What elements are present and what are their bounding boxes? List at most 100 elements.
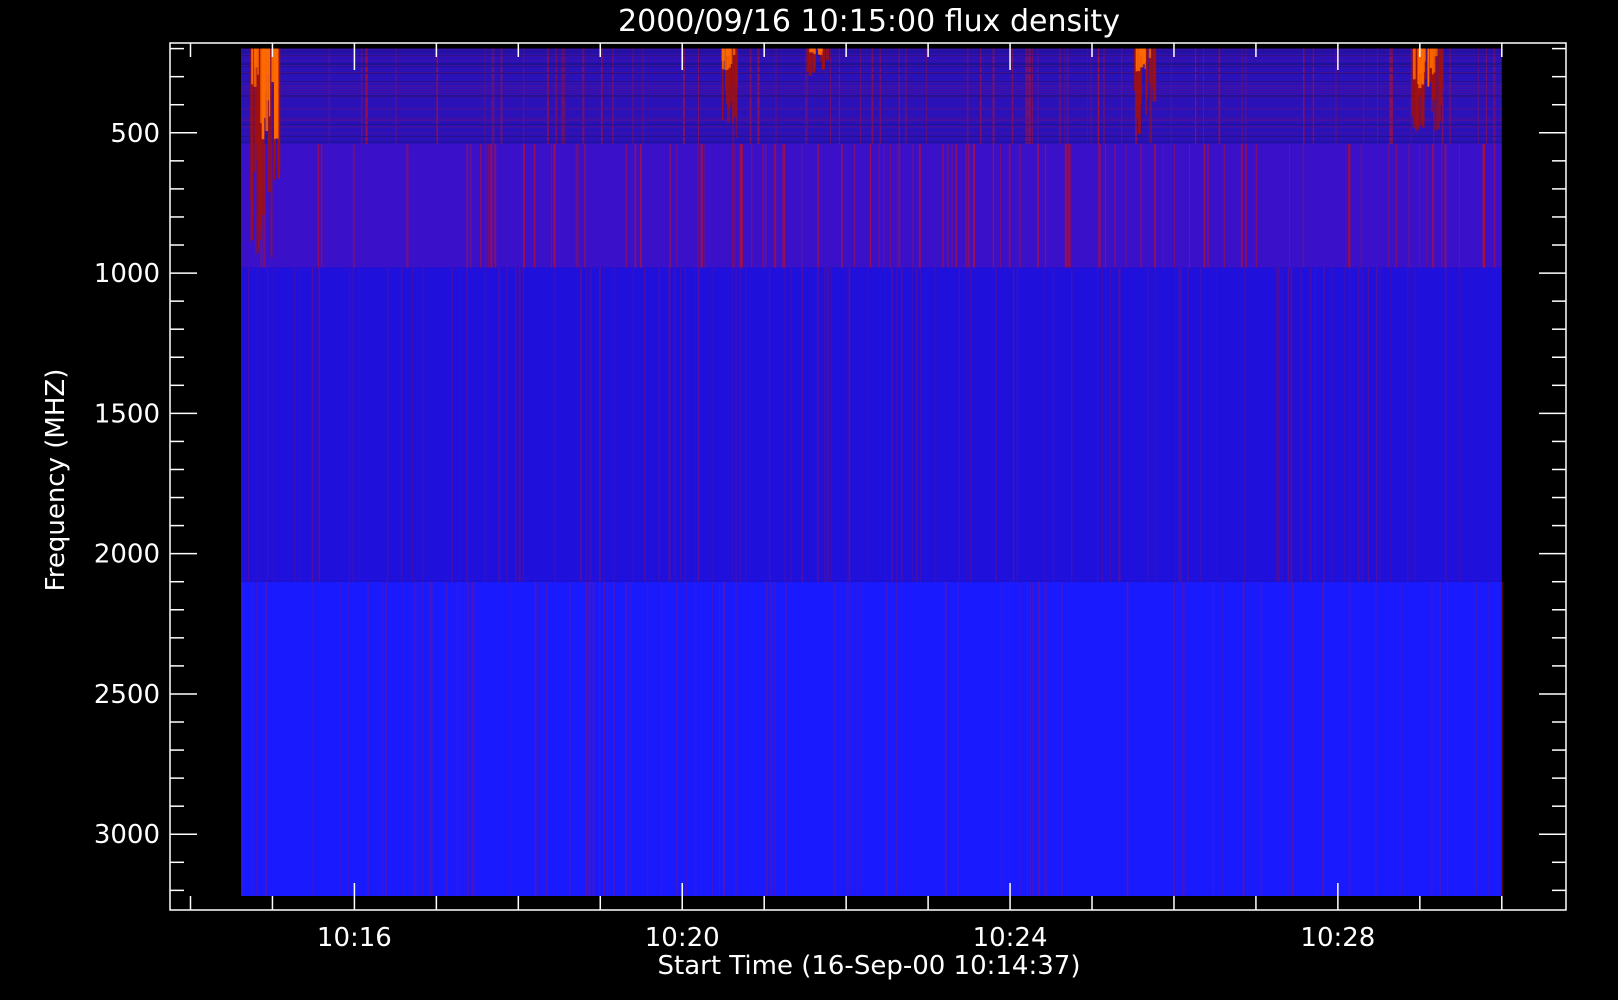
- striation: [603, 581, 606, 896]
- striation: [625, 144, 627, 268]
- striation: [732, 144, 733, 268]
- striation: [1212, 581, 1214, 896]
- striation: [1395, 144, 1398, 268]
- striation: [1199, 267, 1202, 582]
- striation: [625, 581, 627, 896]
- striation: [603, 267, 605, 582]
- striation: [498, 267, 501, 582]
- noise-line: [241, 124, 1502, 126]
- striation: [869, 144, 872, 268]
- striation: [731, 267, 734, 582]
- burst-halo: [822, 48, 824, 71]
- noise-line: [241, 94, 1502, 96]
- x-axis-label: Start Time (16-Sep-00 10:14:37): [658, 951, 1081, 981]
- striation: [647, 581, 649, 896]
- x-tick-label: 10:24: [973, 923, 1048, 953]
- striation: [1343, 267, 1346, 582]
- striation: [723, 581, 726, 896]
- striation: [445, 581, 448, 896]
- y-axis-label: Frequency (MHZ): [41, 369, 71, 592]
- striation: [1183, 581, 1186, 896]
- striation: [1493, 144, 1496, 268]
- striation: [1439, 581, 1442, 896]
- striation: [934, 267, 937, 582]
- striation: [830, 267, 832, 582]
- striation: [1067, 144, 1069, 268]
- striation: [942, 144, 944, 268]
- striation: [586, 267, 588, 582]
- striation: [958, 267, 960, 582]
- striation: [896, 267, 898, 582]
- striation: [266, 267, 269, 582]
- striation: [285, 581, 286, 896]
- striation: [1345, 144, 1347, 268]
- frequency-band: [241, 267, 1502, 582]
- striation: [824, 267, 826, 582]
- noise-line: [241, 73, 1502, 74]
- striation: [550, 144, 553, 268]
- striation: [584, 144, 586, 268]
- noise-line: [241, 89, 1502, 91]
- striation: [518, 267, 521, 582]
- striation: [734, 267, 737, 582]
- striation: [1038, 581, 1040, 896]
- striation: [735, 581, 738, 896]
- striation: [367, 581, 369, 896]
- striation: [451, 267, 453, 582]
- striation: [1222, 581, 1223, 896]
- striation: [846, 267, 848, 582]
- striation: [1360, 144, 1362, 268]
- striation: [768, 267, 771, 582]
- noise-line: [241, 135, 1502, 137]
- striation: [414, 581, 416, 896]
- striation: [1027, 581, 1028, 896]
- striation: [515, 267, 517, 582]
- striation: [1223, 144, 1225, 268]
- x-tick-label: 10:28: [1300, 923, 1375, 953]
- striation: [416, 581, 418, 896]
- noise-line: [241, 64, 1502, 65]
- noise-line: [241, 49, 1502, 51]
- striation: [407, 144, 409, 268]
- striation: [1207, 144, 1209, 268]
- y-tick-label: 3000: [94, 820, 160, 850]
- striation: [430, 581, 433, 896]
- burst-core: [251, 48, 254, 85]
- striation: [575, 144, 578, 268]
- striation: [631, 267, 633, 582]
- striation: [1349, 267, 1351, 582]
- striation: [883, 144, 885, 268]
- striation: [1180, 267, 1182, 582]
- striation: [473, 581, 475, 896]
- striation: [358, 267, 360, 582]
- striation: [995, 267, 997, 582]
- burst-halo: [735, 48, 738, 88]
- striation: [1203, 144, 1206, 268]
- striation: [1281, 267, 1283, 582]
- striation: [660, 581, 663, 896]
- burst-core: [266, 48, 270, 101]
- striation: [352, 267, 354, 582]
- striation: [1376, 267, 1378, 582]
- striation: [1140, 144, 1143, 268]
- striation: [898, 144, 901, 268]
- striation: [613, 267, 615, 582]
- y-tick-label: 2000: [94, 540, 160, 570]
- striation: [1475, 581, 1477, 896]
- striation: [1146, 267, 1149, 582]
- striation: [1482, 144, 1484, 268]
- striation: [946, 144, 949, 268]
- burst-core: [817, 48, 819, 51]
- burst-core: [1137, 48, 1141, 72]
- striation: [251, 581, 253, 896]
- striation: [1012, 267, 1015, 582]
- striation: [533, 144, 536, 268]
- noise-line: [241, 96, 1502, 98]
- striation: [406, 144, 408, 268]
- burst-core: [721, 48, 725, 70]
- striation: [966, 267, 968, 582]
- striation: [1441, 144, 1443, 268]
- striation: [1061, 581, 1063, 896]
- striation: [1187, 267, 1189, 582]
- y-tick-label: 1000: [94, 259, 160, 289]
